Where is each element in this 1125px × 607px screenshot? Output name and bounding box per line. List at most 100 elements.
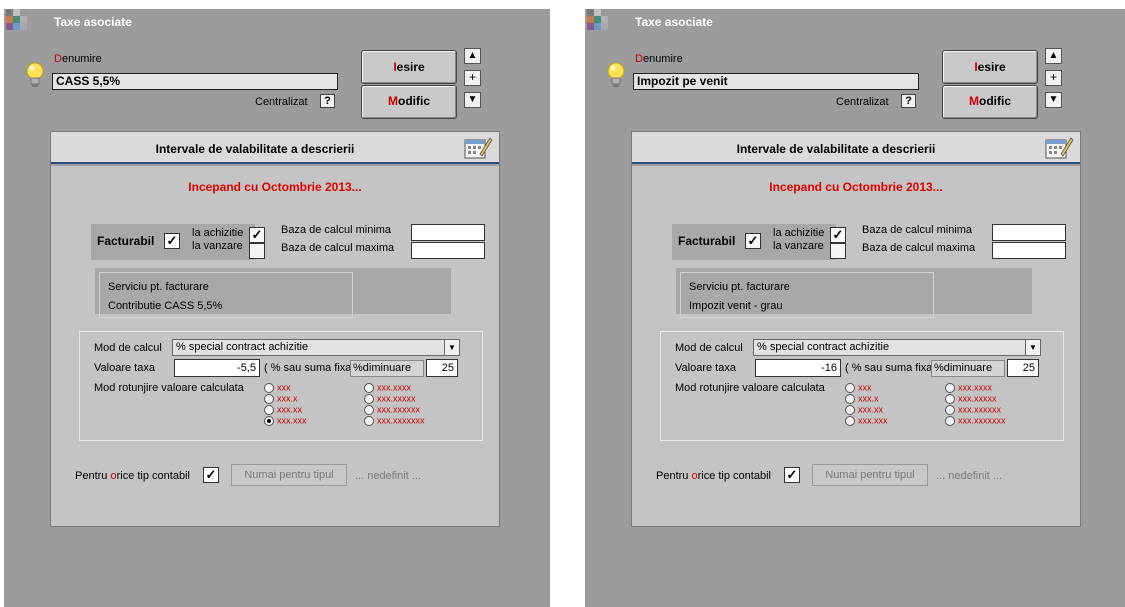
rounding-radio[interactable]: xxx.xxxxx bbox=[945, 393, 997, 404]
baza-max-input[interactable] bbox=[992, 242, 1066, 259]
rounding-radio[interactable]: xxx.xxxxxx bbox=[945, 404, 1001, 415]
rounding-radio[interactable]: xxx.x bbox=[264, 393, 298, 404]
rounding-radio[interactable]: xxx.xxx bbox=[264, 415, 307, 426]
denumire-field[interactable]: Impozit pe venit bbox=[633, 73, 919, 90]
baza-max-input[interactable] bbox=[411, 242, 485, 259]
app-icon bbox=[587, 9, 609, 35]
mod-calcul-select[interactable]: % special contract achizitie ▼ bbox=[172, 339, 460, 356]
diminuare-input[interactable]: 25 bbox=[1007, 359, 1039, 377]
radio-label: xxx.xxx bbox=[858, 415, 888, 426]
radio-dot[interactable] bbox=[945, 393, 955, 404]
radio-dot[interactable] bbox=[845, 382, 855, 393]
pentru-checkbox[interactable]: ✓ bbox=[784, 467, 800, 483]
centralizat-label: Centralizat bbox=[836, 96, 889, 108]
rounding-radio[interactable]: xxx bbox=[264, 382, 291, 393]
validity-panel: Intervale de valabilitate a descrierii I… bbox=[50, 131, 500, 527]
lightbulb-icon bbox=[26, 62, 44, 87]
radio-dot[interactable] bbox=[364, 393, 374, 404]
numai-pentru-tipul-button[interactable]: Numai pentru tipul bbox=[812, 464, 928, 486]
rounding-radio[interactable]: xxx.x bbox=[845, 393, 879, 404]
radio-dot[interactable] bbox=[845, 404, 855, 415]
radio-label: xxx.xx bbox=[277, 404, 303, 415]
panel-title: Intervale de valabilitate a descrierii bbox=[736, 142, 936, 156]
window-right: Taxe asociate Denumire Impozit pe venit … bbox=[585, 9, 1125, 607]
add-button[interactable]: + bbox=[1045, 70, 1062, 86]
mod-calcul-select[interactable]: % special contract achizitie ▼ bbox=[753, 339, 1041, 356]
rounding-radio[interactable]: xxx bbox=[845, 382, 872, 393]
iesire-button[interactable]: Iesire bbox=[942, 50, 1038, 84]
numai-pentru-tipul-button[interactable]: Numai pentru tipul bbox=[231, 464, 347, 486]
la-vanzare-checkbox[interactable] bbox=[249, 243, 265, 259]
valoare-taxa-input[interactable]: -5,5 bbox=[174, 359, 260, 377]
rounding-radio[interactable]: xxx.xxxxxxx bbox=[364, 415, 425, 426]
chevron-down-icon[interactable]: ▼ bbox=[444, 340, 459, 355]
radio-dot[interactable] bbox=[945, 415, 955, 426]
radio-dot[interactable] bbox=[845, 393, 855, 404]
nav-up-button[interactable]: ▲ bbox=[1045, 48, 1062, 64]
nav-down-button[interactable]: ▼ bbox=[1045, 92, 1062, 108]
radio-label: xxx bbox=[858, 382, 872, 393]
rounding-radio[interactable]: xxx.xxxx bbox=[945, 382, 992, 393]
add-button[interactable]: + bbox=[464, 70, 481, 86]
rounding-radio[interactable]: xxx.xxxxxx bbox=[364, 404, 420, 415]
pentru-checkbox[interactable]: ✓ bbox=[203, 467, 219, 483]
diminuare-label: %diminuare bbox=[350, 360, 424, 377]
radio-label: xxx.xxxx bbox=[958, 382, 993, 393]
radio-dot[interactable] bbox=[845, 415, 855, 426]
rounding-radio[interactable]: xxx.xxxxxxx bbox=[945, 415, 1006, 426]
rounding-radio[interactable]: xxx.xxx bbox=[845, 415, 888, 426]
nedefinit-label: ... nedefinit ... bbox=[936, 470, 1003, 482]
valoare-taxa-label: Valoare taxa bbox=[675, 362, 736, 374]
panel-title: Intervale de valabilitate a descrierii bbox=[155, 142, 355, 156]
baza-min-input[interactable] bbox=[992, 224, 1066, 241]
rounding-radio[interactable]: xxx.xx bbox=[845, 404, 883, 415]
radio-dot[interactable] bbox=[945, 382, 955, 393]
baza-min-input[interactable] bbox=[411, 224, 485, 241]
serviciu-value: Contributie CASS 5,5% bbox=[108, 300, 223, 312]
calcul-group: Mod de calcul % special contract achizit… bbox=[660, 331, 1064, 441]
radio-dot[interactable] bbox=[264, 404, 274, 415]
radio-dot[interactable] bbox=[945, 404, 955, 415]
nav-down-button[interactable]: ▼ bbox=[464, 92, 481, 108]
rounding-radio[interactable]: xxx.xx bbox=[264, 404, 302, 415]
app-icon bbox=[6, 9, 28, 35]
title-bar: Taxe asociate bbox=[585, 9, 1125, 33]
la-achizitie-checkbox[interactable]: ✓ bbox=[830, 227, 846, 243]
title-bar: Taxe asociate bbox=[4, 9, 550, 33]
modific-button[interactable]: Modific bbox=[942, 85, 1038, 119]
radio-dot[interactable] bbox=[264, 382, 274, 393]
radio-label: xxx.xxxx bbox=[377, 382, 412, 393]
facturabil-checkbox[interactable]: ✓ bbox=[164, 233, 180, 249]
modific-button[interactable]: Modific bbox=[361, 85, 457, 119]
radio-dot[interactable] bbox=[364, 404, 374, 415]
radio-dot[interactable] bbox=[364, 415, 374, 426]
suma-hint: ( % sau suma fixa) bbox=[845, 362, 937, 374]
radio-dot[interactable] bbox=[264, 393, 274, 404]
help-button[interactable]: ? bbox=[901, 94, 916, 108]
baza-max-label: Baza de calcul maxima bbox=[862, 242, 976, 254]
radio-dot[interactable] bbox=[364, 382, 374, 393]
valoare-taxa-input[interactable]: -16 bbox=[755, 359, 841, 377]
help-button[interactable]: ? bbox=[320, 94, 335, 108]
iesire-button[interactable]: Iesire bbox=[361, 50, 457, 84]
radio-label: xxx.x bbox=[277, 393, 298, 404]
chevron-down-icon[interactable]: ▼ bbox=[1025, 340, 1040, 355]
la-achizitie-checkbox[interactable]: ✓ bbox=[249, 227, 265, 243]
calendar-edit-icon[interactable] bbox=[463, 134, 493, 160]
rounding-radio[interactable]: xxx.xxxxx bbox=[364, 393, 416, 404]
start-date-text: Incepand cu Octombrie 2013... bbox=[769, 180, 943, 194]
diminuare-input[interactable]: 25 bbox=[426, 359, 458, 377]
radio-dot[interactable] bbox=[264, 415, 274, 426]
nav-up-button[interactable]: ▲ bbox=[464, 48, 481, 64]
radio-label: xxx bbox=[277, 382, 291, 393]
serviciu-box: Serviciu pt. facturare Impozit venit - g… bbox=[676, 268, 1032, 318]
panel-header: Intervale de valabilitate a descrierii bbox=[632, 132, 1080, 164]
facturabil-checkbox[interactable]: ✓ bbox=[745, 233, 761, 249]
calendar-edit-icon[interactable] bbox=[1044, 134, 1074, 160]
baza-min-label: Baza de calcul minima bbox=[281, 224, 392, 236]
centralizat-label: Centralizat bbox=[255, 96, 308, 108]
radio-label: xxx.xxxxx bbox=[958, 393, 997, 404]
rounding-radio[interactable]: xxx.xxxx bbox=[364, 382, 411, 393]
la-vanzare-checkbox[interactable] bbox=[830, 243, 846, 259]
denumire-field[interactable]: CASS 5,5% bbox=[52, 73, 338, 90]
